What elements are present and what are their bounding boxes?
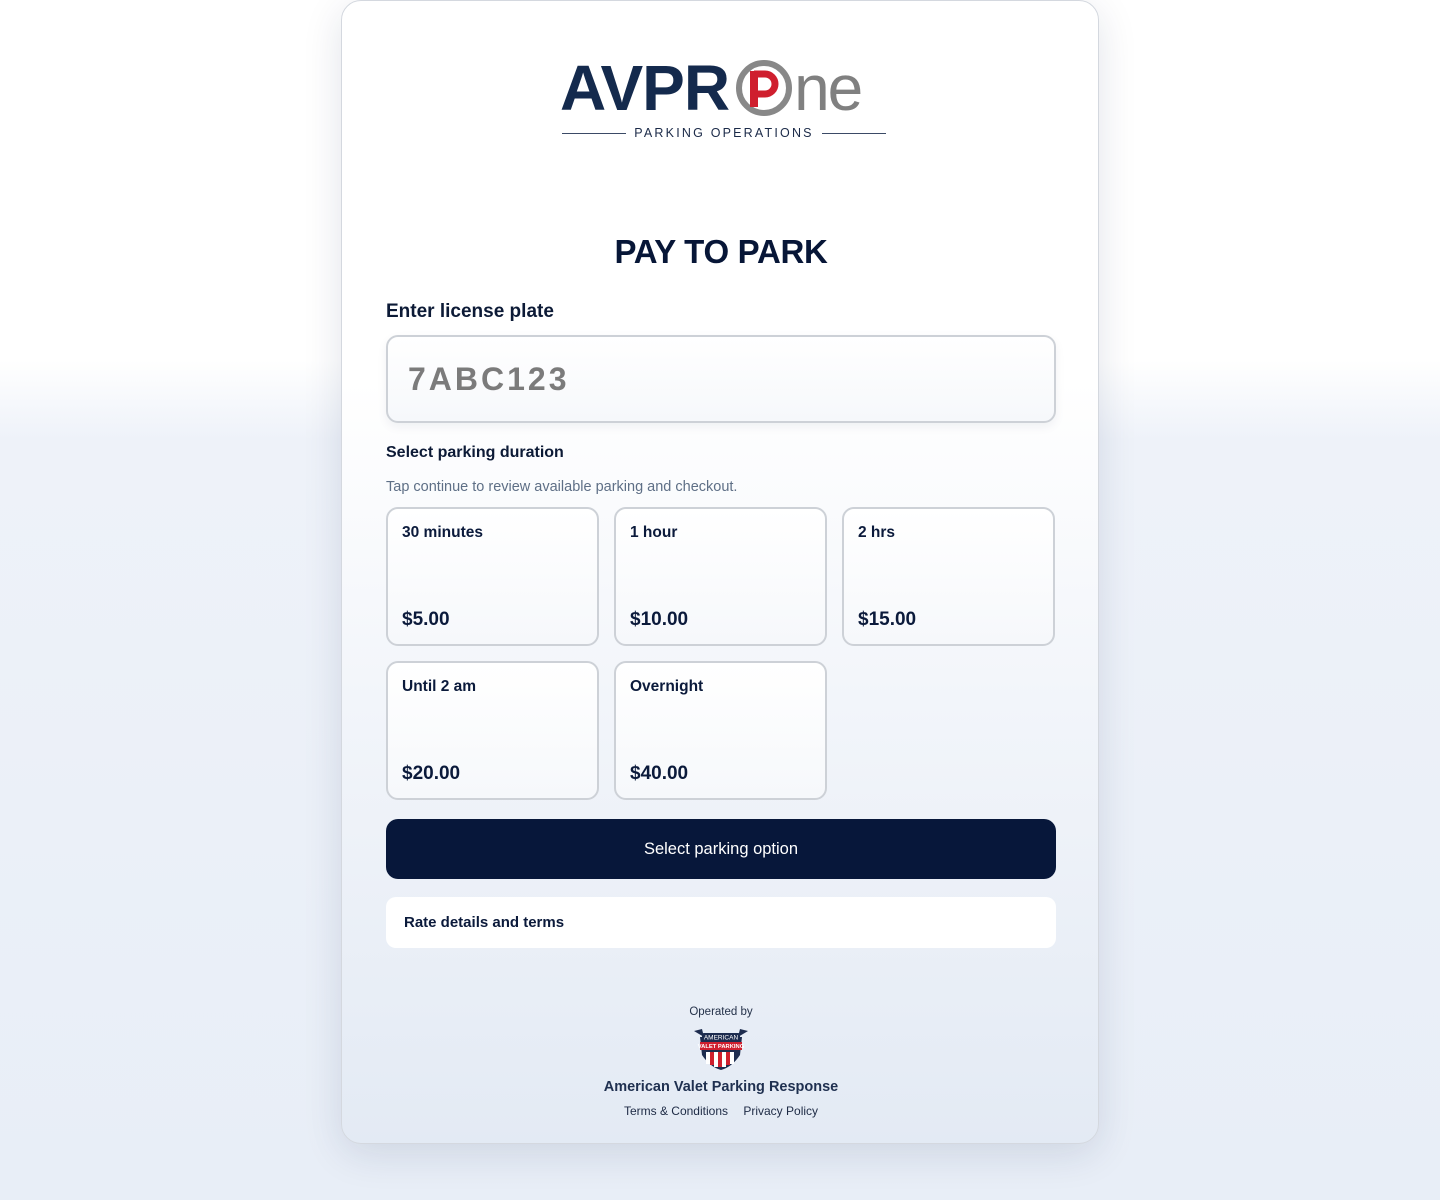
duration-option-until-2am[interactable]: Until 2 am $20.00 [386, 661, 599, 800]
logo-rule-right [821, 132, 887, 134]
logo-wordmark: AVPR ne [560, 52, 863, 124]
avpr-one-logo: AVPR ne PARKING OPERATIONS [560, 52, 887, 145]
badge-text-top: AMERICAN [704, 1035, 739, 1042]
option-name: Until 2 am [402, 678, 477, 695]
footer-links: Terms & Conditions Privacy Policy [342, 1104, 1100, 1118]
logo-tagline: PARKING OPERATIONS [634, 126, 814, 140]
duration-option-30-minutes[interactable]: 30 minutes $5.00 [386, 507, 599, 646]
badge-text-mid: VALET PARKING [698, 1044, 745, 1050]
option-price: $15.00 [858, 609, 917, 630]
option-price: $40.00 [630, 763, 689, 784]
option-name: 2 hrs [858, 524, 896, 541]
license-plate-input[interactable] [386, 335, 1056, 423]
operator-company-name: American Valet Parking Response [603, 1079, 839, 1095]
duration-label: Select parking duration [386, 444, 564, 461]
license-plate-label: Enter license plate [386, 301, 554, 322]
rate-details-toggle[interactable]: Rate details and terms [386, 897, 1056, 948]
operated-by-text: Operated by [689, 1006, 753, 1018]
privacy-policy-link[interactable]: Privacy Policy [743, 1104, 818, 1118]
american-valet-shield-icon: AMERICAN VALET PARKING [692, 1027, 750, 1071]
logo-avpr-text: AVPR [560, 52, 730, 124]
logo-tagline-row: PARKING OPERATIONS [562, 125, 887, 141]
parking-p-ring-icon [735, 59, 793, 117]
duration-option-1-hour[interactable]: 1 hour $10.00 [614, 507, 827, 646]
option-name: Overnight [630, 678, 704, 695]
option-name: 30 minutes [402, 524, 483, 541]
option-price: $20.00 [402, 763, 461, 784]
logo-ne-text: ne [794, 52, 863, 124]
duration-option-2-hrs[interactable]: 2 hrs $15.00 [842, 507, 1055, 646]
select-parking-option-button[interactable]: Select parking option [386, 819, 1056, 879]
logo-rule-left [562, 132, 627, 134]
option-price: $10.00 [630, 609, 689, 630]
option-name: 1 hour [630, 524, 678, 541]
footer: Operated by AMERICAN VALET PARKING Ameri… [342, 1006, 1100, 1118]
page-title: PAY TO PARK [614, 233, 828, 270]
pay-to-park-card: AVPR ne PARKING OPERATIONS PAY TO PARK E… [341, 0, 1099, 1144]
option-price: $5.00 [402, 609, 450, 630]
duration-hint: Tap continue to review available parking… [386, 479, 738, 495]
terms-link[interactable]: Terms & Conditions [624, 1104, 728, 1118]
duration-option-overnight[interactable]: Overnight $40.00 [614, 661, 827, 800]
